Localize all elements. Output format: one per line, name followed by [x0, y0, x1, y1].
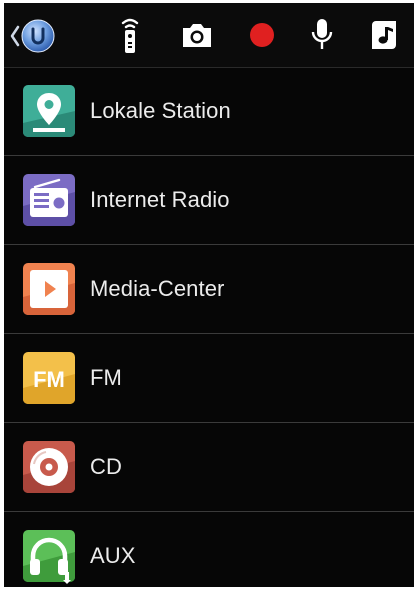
- microphone-icon: [311, 19, 333, 49]
- camera-button[interactable]: [175, 13, 219, 57]
- source-item-aux[interactable]: AUX: [4, 512, 414, 587]
- camera-icon: [183, 24, 211, 47]
- remote-control-button[interactable]: [108, 13, 152, 57]
- music-note-icon: [372, 21, 396, 49]
- source-item-label: Internet Radio: [90, 187, 230, 212]
- disc-icon: [23, 441, 75, 493]
- top-toolbar: [4, 3, 414, 68]
- play-icon: [23, 263, 75, 315]
- source-item-cd[interactable]: CD: [4, 423, 414, 512]
- source-list: Lokale Station Internet Radio Media-Cent…: [4, 67, 414, 587]
- record-button[interactable]: [240, 13, 284, 57]
- source-item-label: Lokale Station: [90, 98, 231, 123]
- globe-u-icon: [21, 19, 55, 53]
- microphone-button[interactable]: [300, 13, 344, 57]
- music-button[interactable]: [362, 13, 406, 57]
- source-item-media-center[interactable]: Media-Center: [4, 245, 414, 334]
- radio-icon: [23, 174, 75, 226]
- location-pin-icon: [23, 85, 75, 137]
- home-back-button[interactable]: [8, 15, 60, 57]
- source-item-internet-radio[interactable]: Internet Radio: [4, 156, 414, 245]
- source-menu-screen: Lokale Station Internet Radio Media-Cent…: [4, 3, 414, 587]
- source-item-label: FM: [90, 365, 122, 390]
- source-item-label: Media-Center: [90, 276, 225, 301]
- record-icon: [250, 23, 274, 47]
- source-item-label: AUX: [90, 543, 136, 568]
- svg-text:FM: FM: [33, 367, 65, 392]
- source-item-fm[interactable]: FM FM: [4, 334, 414, 423]
- source-item-label: CD: [90, 454, 122, 479]
- remote-control-icon: [121, 18, 139, 53]
- fm-icon: FM: [23, 352, 75, 404]
- source-item-lokale-station[interactable]: Lokale Station: [4, 67, 414, 156]
- headphones-icon: [23, 530, 75, 584]
